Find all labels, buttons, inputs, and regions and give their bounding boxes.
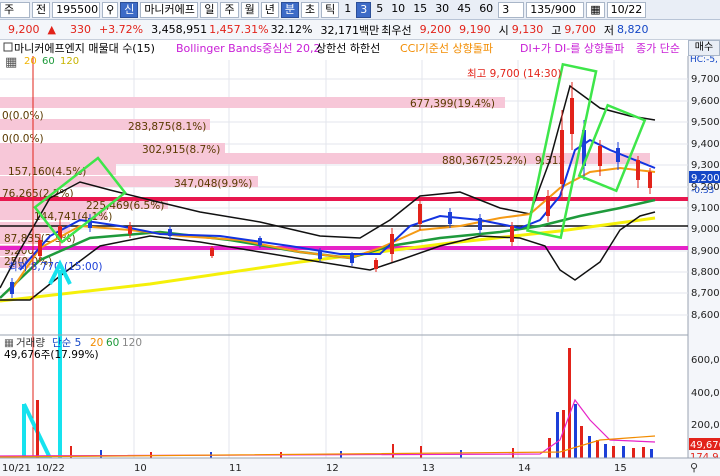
price-tick: 9,500	[691, 117, 720, 128]
price-tick: 8,900	[691, 246, 720, 257]
price-tick: 8,700	[691, 288, 720, 299]
time-tick: 10/22	[36, 463, 65, 474]
high-price: 9,700	[564, 23, 596, 36]
count-select[interactable]: 3	[498, 1, 525, 18]
period-year[interactable]: 년	[260, 1, 279, 18]
price-badge-text: 9,200	[691, 173, 720, 184]
period-month[interactable]: 월	[240, 1, 259, 18]
volume-value: 3,458,951	[151, 23, 208, 36]
high-label: 고	[551, 23, 562, 37]
volume-ma120: 120	[122, 337, 142, 349]
time-tick: 10	[134, 463, 147, 474]
stock-chart[interactable]: 677,399(19.4%) 0(0.0%) 283,875(8.1%) 0(0…	[0, 40, 720, 476]
ma-label[interactable]: 종가 단순	[636, 42, 680, 55]
volume-title: 거래량	[16, 337, 45, 349]
di-label[interactable]: DI+가 DI-를 상향돌파	[520, 42, 624, 55]
time-tick: 12	[326, 463, 339, 474]
time-tick: 15	[614, 463, 627, 474]
quote-bar: 9,200 ▲ 330 +3.72% 3,458,951 1,457.31% 3…	[0, 20, 720, 40]
type-select[interactable]: 주	[0, 1, 30, 18]
low-price: 8,820	[617, 23, 649, 36]
volume-ma60: 60	[106, 337, 119, 349]
price-change: 330	[69, 23, 91, 36]
minute-10[interactable]: 10	[388, 2, 408, 18]
volume-ma20: 20	[90, 337, 103, 349]
price-tick: 9,000	[691, 224, 720, 235]
profile-label: 283,875(8.1%)	[128, 121, 206, 133]
bollinger-label[interactable]: Bollinger Bands중심선 20,2	[176, 42, 321, 55]
tick-mode-button[interactable]: 틱	[321, 1, 340, 18]
volume-value: 49,676주(17.99%)	[4, 349, 99, 361]
indicator-title: 마니커에프엔지 매물대 수(15)	[14, 42, 155, 55]
low-label: 저	[603, 23, 614, 37]
bid-price: 9,190	[459, 23, 491, 36]
type-button[interactable]: 신	[120, 1, 139, 18]
calendar-icon[interactable]: ▦	[586, 1, 605, 18]
volume-ma5: 단순 5	[52, 337, 81, 349]
period-day[interactable]: 일	[200, 1, 219, 18]
price-tick: 8,800	[691, 267, 720, 278]
price-tick: 9,700	[691, 74, 720, 85]
up-arrow-icon: ▲	[47, 23, 56, 36]
profile-label: 0(0.0%)	[2, 110, 44, 122]
current-price: 9,200	[8, 23, 40, 36]
minute-1[interactable]: 1	[341, 2, 354, 18]
minute-mode-button[interactable]: 분	[280, 1, 299, 18]
volume-badge-text: 49,676	[690, 440, 720, 451]
time-tick: 14	[518, 463, 531, 474]
code-input[interactable]: 195500	[52, 1, 101, 18]
time-tick: 13	[422, 463, 435, 474]
minute-60[interactable]: 60	[476, 2, 496, 18]
volume-tick: 400,000	[691, 388, 720, 399]
ask-price: 9,200	[419, 23, 452, 36]
buy-button[interactable]: 매수	[688, 40, 720, 56]
ma60-legend: 60	[42, 56, 55, 67]
hc-label: HC:-5,	[690, 55, 718, 65]
open-label: 시	[498, 23, 509, 37]
minute-15[interactable]: 15	[410, 2, 430, 18]
cci-label[interactable]: CCI기준선 상향돌파	[400, 42, 493, 55]
time-tick: 10/21	[2, 463, 31, 474]
second-mode-button[interactable]: 초	[300, 1, 320, 18]
minute-30[interactable]: 30	[432, 2, 452, 18]
price-tick: 9,300	[691, 160, 720, 171]
range-field[interactable]: 135/900	[526, 1, 585, 18]
zoom-icon[interactable]: ⚲	[690, 461, 698, 474]
profile-label: 880,367(25.2%)	[442, 155, 527, 167]
trade-amount: 32,171백만	[320, 23, 380, 37]
stock-name-field[interactable]: 마니커에프	[140, 1, 199, 18]
profile-label: 0(0.0%)	[2, 133, 44, 145]
price-tick: 9,100	[691, 203, 720, 214]
open-price: 9,130	[511, 23, 544, 36]
grid-icon[interactable]: ▦	[5, 55, 17, 70]
period-week[interactable]: 주	[220, 1, 239, 18]
date-field[interactable]: 10/22	[606, 1, 647, 18]
search-icon[interactable]: ⚲	[102, 1, 119, 18]
market-button[interactable]: 전	[32, 1, 51, 18]
best-quote-label: 최우선	[381, 23, 412, 37]
ma20-legend: 20	[24, 56, 37, 67]
price-tick: 9,600	[691, 96, 720, 107]
volume-rate: 1,457.31%	[209, 23, 269, 36]
minute-3[interactable]: 3	[356, 1, 372, 18]
price-tick: 9,400	[691, 139, 720, 150]
price-badge-sub: -0.33	[691, 186, 714, 196]
volume-toggle-icon[interactable]: ▦	[4, 337, 14, 349]
minute-5[interactable]: 5	[373, 2, 386, 18]
profile-label: 302,915(8.7%)	[142, 144, 220, 156]
chart-toolbar: 주 전 195500 ⚲ 신 마니커에프 일 주 월 년 분 초 틱 1 3 5…	[0, 0, 720, 20]
profile-label: 347,048(9.9%)	[174, 178, 252, 190]
time-tick: 11	[229, 463, 242, 474]
ma120-legend: 120	[60, 56, 79, 67]
volume-tick: 600,000	[691, 355, 720, 366]
turnover-rate: 32.12%	[270, 23, 313, 36]
price-tick: 8,600	[691, 310, 720, 321]
minute-45[interactable]: 45	[454, 2, 474, 18]
volume-tick: 200,000	[691, 420, 720, 431]
profile-label: 677,399(19.4%)	[410, 98, 495, 110]
bands-label[interactable]: 상한선 하한선	[316, 41, 380, 55]
change-rate: +3.72%	[98, 23, 144, 36]
high-annotation: 최고 9,700 (14:30)	[467, 68, 562, 80]
